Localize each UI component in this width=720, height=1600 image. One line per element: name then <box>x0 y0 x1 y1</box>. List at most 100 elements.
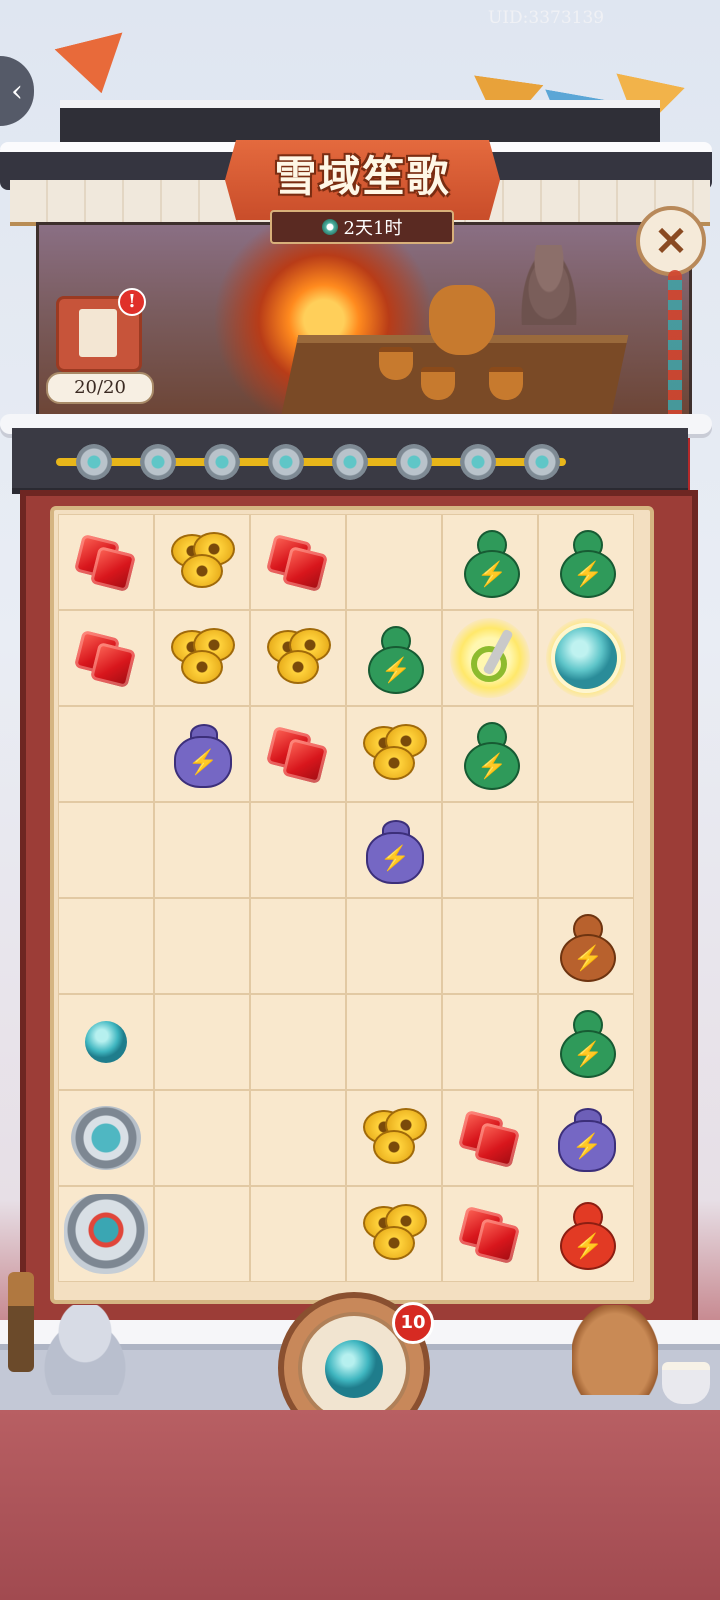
board-cell[interactable] <box>346 994 442 1090</box>
board-cell[interactable] <box>538 514 634 610</box>
board-cell[interactable] <box>250 706 346 802</box>
board-cell[interactable] <box>58 1090 154 1186</box>
gold-coins-icon[interactable] <box>361 1108 427 1168</box>
green-gourd-icon[interactable] <box>366 626 424 694</box>
board-cell[interactable] <box>538 802 634 898</box>
alert-badge: ! <box>118 288 146 316</box>
spawner-count-badge: 10 <box>392 1302 434 1344</box>
board-cell[interactable] <box>538 994 634 1090</box>
green-gourd-icon[interactable] <box>558 1010 616 1078</box>
board-cell[interactable] <box>58 994 154 1090</box>
milestone-silver-amulet-icon[interactable] <box>396 444 432 480</box>
board-cell[interactable] <box>442 514 538 610</box>
cup-icon <box>489 367 523 400</box>
board-cell[interactable] <box>58 1186 154 1282</box>
red-gourd-icon[interactable] <box>558 1202 616 1270</box>
board-cell[interactable] <box>346 706 442 802</box>
board-cell[interactable] <box>154 706 250 802</box>
board-cell[interactable] <box>250 1186 346 1282</box>
board-cell[interactable] <box>442 802 538 898</box>
teapot-icon <box>429 285 495 355</box>
milestone-ring-brooch-icon[interactable] <box>140 444 176 480</box>
purple-sack-icon[interactable] <box>364 818 424 884</box>
clock-icon <box>321 219 338 235</box>
brown-gourd-icon[interactable] <box>558 914 616 982</box>
energy-counter: 20/20 <box>46 372 154 404</box>
red-gem-icon[interactable] <box>78 630 134 686</box>
milestone-crown-ornament-icon[interactable] <box>524 444 560 480</box>
board-cell[interactable] <box>154 898 250 994</box>
board-cell[interactable] <box>154 802 250 898</box>
purple-sack-icon[interactable] <box>556 1106 616 1172</box>
board-cell[interactable] <box>250 994 346 1090</box>
silver-brooch-icon[interactable] <box>71 1106 141 1170</box>
board-cell[interactable] <box>538 898 634 994</box>
board-cell[interactable] <box>250 1090 346 1186</box>
red-gem-icon[interactable] <box>270 534 326 590</box>
board-cell[interactable] <box>346 1090 442 1186</box>
gold-coins-icon[interactable] <box>169 532 235 592</box>
board-cell[interactable] <box>442 610 538 706</box>
board-cell[interactable] <box>250 802 346 898</box>
wind-orb-glow-icon[interactable] <box>555 627 617 689</box>
close-button[interactable]: ✕ <box>636 206 706 276</box>
board-cell[interactable] <box>154 1090 250 1186</box>
board-cell[interactable] <box>250 898 346 994</box>
milestone-bangle-icon[interactable] <box>204 444 240 480</box>
prayer-wheel-icon <box>8 1272 34 1372</box>
prayer-flag <box>55 32 136 101</box>
board-cell[interactable] <box>442 898 538 994</box>
board-cell[interactable] <box>346 802 442 898</box>
scissors-glow-icon[interactable] <box>465 628 515 688</box>
green-gourd-icon[interactable] <box>558 530 616 598</box>
board-cell[interactable] <box>346 514 442 610</box>
gold-coins-icon[interactable] <box>361 1204 427 1264</box>
gold-coins-icon[interactable] <box>169 628 235 688</box>
board-cell[interactable] <box>442 1090 538 1186</box>
event-title: 雪域笙歌 <box>274 152 451 201</box>
gold-coins-icon[interactable] <box>265 628 331 688</box>
board-cell[interactable] <box>154 514 250 610</box>
board-cell[interactable] <box>154 610 250 706</box>
board-cell[interactable] <box>346 898 442 994</box>
board-cell[interactable] <box>58 802 154 898</box>
back-button[interactable]: ‹ <box>0 56 34 126</box>
milestone-gem-necklace-icon[interactable] <box>332 444 368 480</box>
milestone-ornate-pendant-icon[interactable] <box>268 444 304 480</box>
board-cell[interactable] <box>154 1186 250 1282</box>
board-cell[interactable] <box>58 610 154 706</box>
board-cell[interactable] <box>442 1186 538 1282</box>
milestone-fan-pendant-icon[interactable] <box>460 444 496 480</box>
gold-coins-icon[interactable] <box>361 724 427 784</box>
board-cell[interactable] <box>346 610 442 706</box>
stone-cairn <box>519 245 579 325</box>
purple-sack-icon[interactable] <box>172 722 232 788</box>
board-cell[interactable] <box>538 706 634 802</box>
turquoise-icon[interactable] <box>85 1021 127 1063</box>
cup-icon <box>379 347 413 380</box>
merge-board <box>50 506 654 1304</box>
board-cell[interactable] <box>58 898 154 994</box>
board-cell[interactable] <box>346 1186 442 1282</box>
teapot-icon <box>572 1305 658 1395</box>
red-gem-icon[interactable] <box>78 534 134 590</box>
board-cell[interactable] <box>538 1090 634 1186</box>
green-gourd-icon[interactable] <box>462 530 520 598</box>
timer-text: 2天1时 <box>343 218 403 239</box>
red-gem-icon[interactable] <box>270 726 326 782</box>
silver-amulet-icon[interactable] <box>64 1194 148 1274</box>
board-cell[interactable] <box>442 706 538 802</box>
board-cell[interactable] <box>58 514 154 610</box>
board-cell[interactable] <box>58 706 154 802</box>
board-cell[interactable] <box>250 610 346 706</box>
board-cell[interactable] <box>154 994 250 1090</box>
board-cell[interactable] <box>538 610 634 706</box>
red-gem-icon[interactable] <box>462 1206 518 1262</box>
board-cell[interactable] <box>442 994 538 1090</box>
tea-cup-icon <box>662 1362 710 1404</box>
board-cell[interactable] <box>538 1186 634 1282</box>
milestone-turquoise-cluster-icon[interactable] <box>76 444 112 480</box>
green-gourd-icon[interactable] <box>462 722 520 790</box>
red-gem-icon[interactable] <box>462 1110 518 1166</box>
board-cell[interactable] <box>250 514 346 610</box>
